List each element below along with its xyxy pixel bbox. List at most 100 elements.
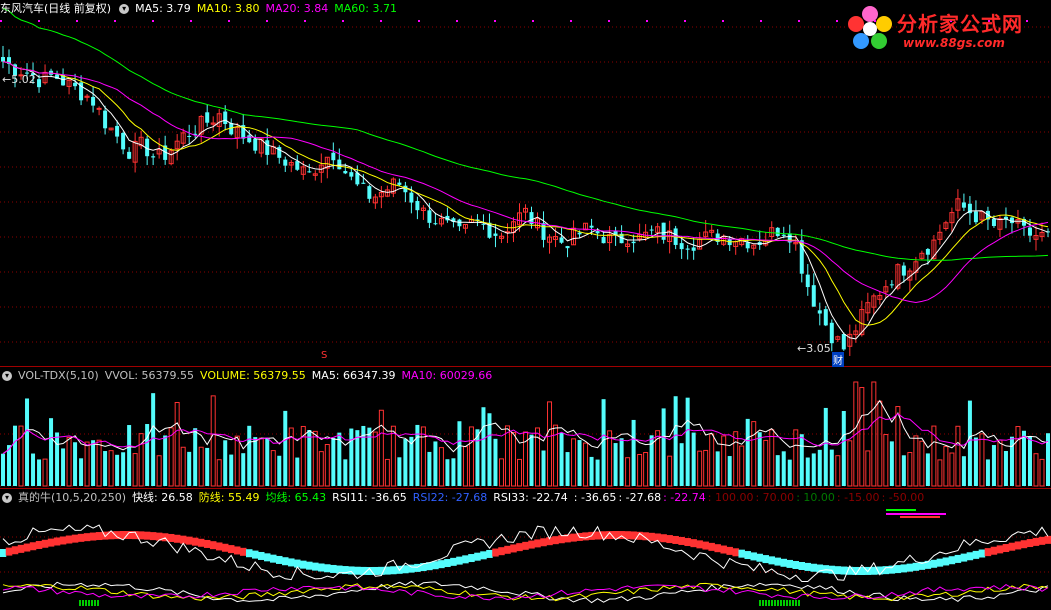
volume-bar-down <box>151 393 156 486</box>
volume-bar-down <box>13 425 18 486</box>
volume-bar-down <box>841 411 846 486</box>
candle-down <box>457 219 462 227</box>
candle-down <box>115 125 120 137</box>
volume-bar-up <box>949 452 955 487</box>
candle-down <box>781 234 786 236</box>
volume-bar-up <box>571 438 577 487</box>
rsi22-value: RSI22: -27.68 <box>412 491 488 504</box>
volume-bar-up <box>739 445 745 487</box>
v8-value: : -50.00 <box>881 491 925 504</box>
volume-bar-down <box>745 418 750 486</box>
volume-bar-up <box>607 430 613 487</box>
dot <box>0 20 2 22</box>
candle-down <box>595 231 600 234</box>
volume-bar-down <box>481 407 486 486</box>
volume-bar-down <box>229 454 234 486</box>
volume-bar-down <box>55 432 60 486</box>
dot <box>380 20 382 22</box>
rsi-line <box>2 580 1049 604</box>
volume-bar-up <box>132 453 138 487</box>
dot <box>418 20 420 22</box>
volume-bar-down <box>715 451 720 486</box>
volume-bar-up <box>919 440 925 487</box>
candle-down <box>223 111 228 125</box>
volume-bar-up <box>535 427 541 487</box>
volume-bar-down <box>49 418 54 486</box>
v2-value: : -27.68 <box>618 491 662 504</box>
ma20-value: MA20: 3.84 <box>265 2 329 15</box>
volume-bar-up <box>498 458 504 487</box>
volume-bar-up <box>210 395 216 487</box>
volume-bar-up <box>66 436 72 487</box>
volume-bar-down <box>1045 433 1050 486</box>
dot <box>342 20 344 22</box>
v3-value: : -22.74 <box>663 491 706 504</box>
candle-down <box>253 138 258 151</box>
chevron-down-icon[interactable]: ▾ <box>2 371 12 381</box>
candle-down <box>427 210 432 223</box>
s-marker[interactable]: S <box>321 350 327 361</box>
main-panel-header: 东风汽车(日线 前复权) ▾ MA5: 3.79 MA10: 3.80 MA20: 3.… <box>0 1 403 16</box>
moving-average-lines <box>2 8 1049 340</box>
volume-bar-up <box>583 442 589 487</box>
volume-bar-up <box>1039 458 1045 487</box>
volume-bar-down <box>457 421 462 486</box>
volume-bar-down <box>451 458 456 486</box>
volume-bar-up <box>504 425 510 487</box>
volume-bar-down <box>367 427 372 486</box>
chevron-down-icon[interactable]: ▾ <box>2 493 12 503</box>
volume-bar-up <box>312 430 318 487</box>
high-price-marker: ←5.02 <box>2 73 36 86</box>
volume-value: VOLUME: 56379.55 <box>200 369 306 382</box>
volume-bar-down <box>685 397 690 486</box>
volume-bar-down <box>7 445 12 486</box>
volume-bar-up <box>108 450 114 487</box>
volume-bar-up <box>643 452 649 487</box>
volume-bar-up <box>378 409 384 487</box>
period-label[interactable]: (日线 前复权) <box>44 2 111 15</box>
volume-bar-down <box>433 441 438 486</box>
dot <box>152 20 154 22</box>
volume-bar-down <box>589 456 594 486</box>
volume-bar-up <box>468 426 474 487</box>
volume-bar-down <box>121 452 126 486</box>
volume-bar-up <box>420 426 426 487</box>
indicator-name[interactable]: 真的牛(10,5,20,250) <box>18 491 126 504</box>
candle-down <box>961 202 966 208</box>
rsi33-value: RSI33: -22.74 <box>493 491 568 504</box>
volume-bar-up <box>1015 426 1021 487</box>
volume-bar-down <box>811 453 816 486</box>
candle-down <box>349 172 354 177</box>
candle-down <box>559 237 564 243</box>
volume-bar-up <box>198 446 204 487</box>
volume-bar-down <box>145 424 150 486</box>
dot <box>76 20 78 22</box>
candle-down <box>1 57 6 62</box>
stock-title[interactable]: 东风汽车 <box>0 2 44 15</box>
volume-bar-down <box>565 452 570 486</box>
volume-bar-down <box>673 396 678 486</box>
volume-bar-down <box>79 458 84 486</box>
candle-down <box>367 186 372 199</box>
dot <box>646 20 648 22</box>
candle-down <box>205 112 210 123</box>
volume-bar-up <box>883 434 889 487</box>
candle-down <box>187 135 192 137</box>
ma5-line <box>2 61 1049 340</box>
vol-ma10-value: MA10: 60029.66 <box>401 369 493 382</box>
dot <box>114 20 116 22</box>
chevron-down-icon[interactable]: ▾ <box>119 4 130 14</box>
vol-indicator-name[interactable]: VOL-TDX(5,10) <box>18 369 99 382</box>
candle-down <box>541 223 546 240</box>
finance-marker-icon[interactable]: 财 <box>832 352 844 367</box>
stock-chart-canvas[interactable] <box>0 0 1051 610</box>
indicator-panel-header: ▾ 真的牛(10,5,20,250) 快线: 26.58 防线: 55.49 均线: 6… <box>0 490 926 505</box>
avg-line-value: 均线: 65.43 <box>265 491 327 504</box>
volume-bar-down <box>343 459 348 486</box>
dot <box>304 20 306 22</box>
volume-bar-down <box>223 440 228 486</box>
volume-bar-up <box>667 455 673 487</box>
volume-bar-up <box>763 439 769 487</box>
candle-down <box>361 182 366 184</box>
volume-bar-down <box>127 425 132 486</box>
